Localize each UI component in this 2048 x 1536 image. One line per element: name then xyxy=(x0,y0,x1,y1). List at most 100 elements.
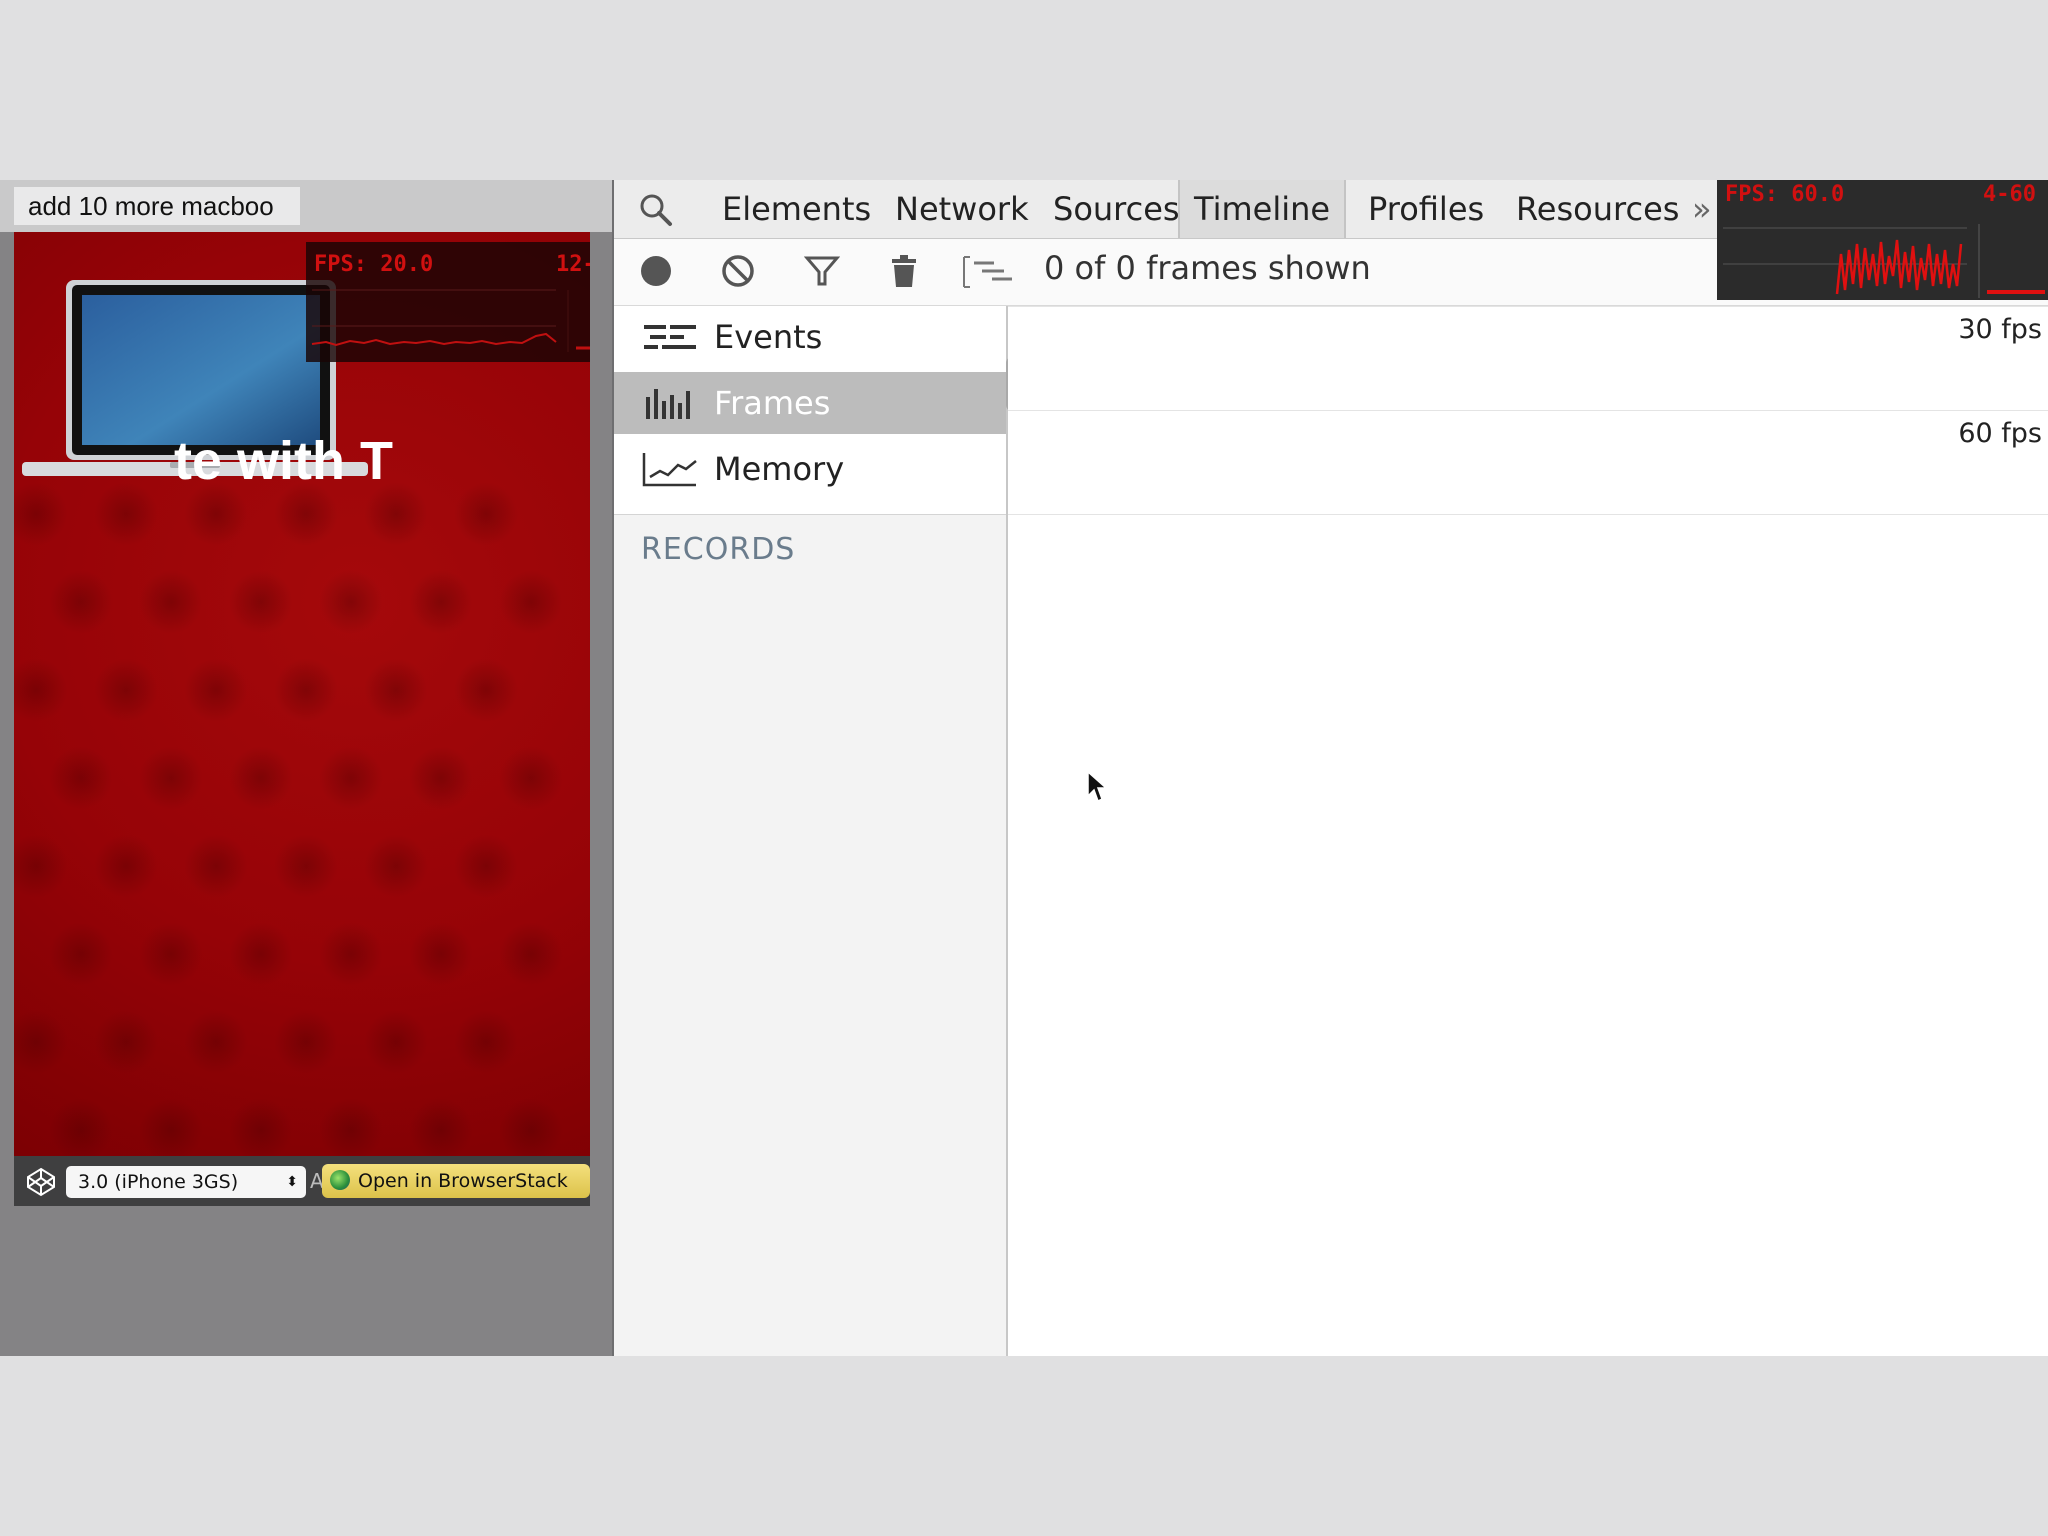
pattern-tile xyxy=(49,922,113,986)
pattern-tile xyxy=(454,834,518,898)
devtools-panel: Elements Network Sources Timeline Profil… xyxy=(614,180,2048,1356)
frames-overview-area[interactable]: 30 fps 60 fps xyxy=(1008,306,2048,1356)
pattern-tile xyxy=(184,1010,248,1074)
tab-resources[interactable]: Resources xyxy=(1502,180,1693,238)
pattern-tile xyxy=(319,746,383,810)
fps-readout: FPS: 20.0 xyxy=(314,252,434,277)
records-header: RECORDS xyxy=(641,532,796,567)
pattern-tile xyxy=(319,1098,383,1156)
overview-item-label: Memory xyxy=(714,450,845,488)
tab-network[interactable]: Network xyxy=(881,180,1043,238)
device-preview-pane: add 10 more macboo te with T FPS: 20.0 1… xyxy=(0,180,614,1356)
tab-profiles[interactable]: Profiles xyxy=(1354,180,1498,238)
pattern-tile xyxy=(184,658,248,722)
pattern-tile xyxy=(364,1010,428,1074)
pattern-tile xyxy=(14,658,68,722)
pattern-tile xyxy=(14,1010,68,1074)
pattern-tile xyxy=(409,746,473,810)
flame-chart-icon[interactable] xyxy=(960,253,1016,289)
pattern-tile xyxy=(499,746,563,810)
pattern-tile xyxy=(409,570,473,634)
fps-readout-devtools: FPS: 60.0 xyxy=(1725,182,1845,207)
mouse-cursor-icon xyxy=(1087,770,1108,803)
pattern-tile xyxy=(229,1098,293,1156)
fps-meter-overlay-devtools: FPS: 60.0 4-60 xyxy=(1717,180,2048,300)
pattern-tile xyxy=(454,1010,518,1074)
pattern-tile xyxy=(229,570,293,634)
device-select-value: 3.0 (iPhone 3GS) xyxy=(78,1171,239,1193)
pattern-tile xyxy=(229,746,293,810)
overview-item-label: Frames xyxy=(714,384,831,422)
pattern-tile xyxy=(94,834,158,898)
pattern-tile xyxy=(454,658,518,722)
device-screen[interactable]: te with T FPS: 20.0 12-3 xyxy=(14,232,590,1156)
pattern-tile xyxy=(14,834,68,898)
pattern-tile xyxy=(94,482,158,546)
pattern-tile xyxy=(94,658,158,722)
device-select[interactable]: 3.0 (iPhone 3GS) ⬍ xyxy=(66,1166,306,1198)
overview-list: Events Frames Memory xyxy=(614,306,1006,515)
pattern-tile xyxy=(14,482,68,546)
fps-gridline xyxy=(1008,306,2048,307)
add-macbooks-button[interactable]: add 10 more macboo xyxy=(14,187,300,225)
fps-gridline xyxy=(1008,514,2048,515)
pattern-tile xyxy=(139,570,203,634)
preview-toolbar: add 10 more macboo xyxy=(0,180,612,232)
overview-item-memory[interactable]: Memory xyxy=(614,438,1006,500)
timeline-sidebar: Events Frames Memory RECORDS xyxy=(614,306,1008,1356)
pattern-tile xyxy=(274,834,338,898)
tab-timeline[interactable]: Timeline xyxy=(1178,180,1347,238)
browserstack-logo-icon xyxy=(330,1170,350,1190)
browserstack-button-label: Open in BrowserStack xyxy=(358,1170,568,1192)
pattern-tile xyxy=(409,1098,473,1156)
filter-icon[interactable] xyxy=(804,253,840,289)
tab-sources[interactable]: Sources xyxy=(1039,180,1194,238)
overview-item-events[interactable]: Events xyxy=(614,306,1006,368)
codepen-icon xyxy=(27,1167,55,1197)
search-icon[interactable] xyxy=(638,192,674,228)
fps-marker-30: 30 fps xyxy=(1958,314,2042,345)
fps-marker-60: 60 fps xyxy=(1958,418,2042,449)
overview-item-label: Events xyxy=(714,318,823,356)
pattern-tile xyxy=(499,1098,563,1156)
events-icon xyxy=(644,325,696,349)
pattern-tile xyxy=(364,658,428,722)
pattern-tile xyxy=(274,658,338,722)
fps-range-devtools: 4-60 xyxy=(1983,182,2036,207)
pattern-tile xyxy=(94,1010,158,1074)
fps-graph xyxy=(311,289,590,352)
pattern-tile xyxy=(139,922,203,986)
record-icon[interactable] xyxy=(638,253,674,289)
clear-icon[interactable] xyxy=(720,253,756,289)
memory-icon xyxy=(642,453,697,487)
frames-shown-status: 0 of 0 frames shown xyxy=(1044,249,1371,287)
pattern-tile xyxy=(49,570,113,634)
pattern-tile xyxy=(499,922,563,986)
pattern-tile xyxy=(49,746,113,810)
pattern-tile xyxy=(139,1098,203,1156)
fps-meter-overlay: FPS: 20.0 12-3 xyxy=(306,242,590,362)
fps-graph-devtools xyxy=(1723,224,2045,298)
pattern-tile xyxy=(319,922,383,986)
preview-bottom-bar: 3.0 (iPhone 3GS) ⬍ A Open in BrowserStac… xyxy=(14,1156,590,1206)
frames-icon xyxy=(646,389,690,419)
pattern-tile xyxy=(229,922,293,986)
pattern-tile xyxy=(499,570,563,634)
garbage-collect-icon[interactable] xyxy=(886,253,922,289)
select-arrows-icon: ⬍ xyxy=(286,1174,298,1190)
pattern-tile xyxy=(184,834,248,898)
pattern-tile xyxy=(409,922,473,986)
pattern-tile xyxy=(319,570,383,634)
pattern-tile xyxy=(49,1098,113,1156)
fps-range: 12-3 xyxy=(556,252,590,277)
open-in-browserstack-button[interactable]: Open in BrowserStack xyxy=(322,1164,590,1198)
overview-item-frames[interactable]: Frames xyxy=(614,372,1006,434)
pattern-tile xyxy=(139,746,203,810)
pattern-tile xyxy=(454,482,518,546)
tab-elements[interactable]: Elements xyxy=(708,180,885,238)
pattern-tile xyxy=(364,834,428,898)
screen-frame: add 10 more macboo te with T FPS: 20.0 1… xyxy=(0,180,2048,1356)
fps-gridline xyxy=(1008,410,2048,411)
page-heading: te with T xyxy=(174,431,393,491)
pattern-tile xyxy=(274,1010,338,1074)
